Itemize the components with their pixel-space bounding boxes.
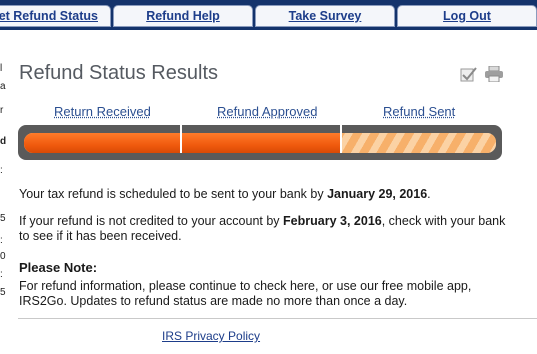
sidebar-fragment-text: 5 xyxy=(0,213,6,224)
credit-deadline-date: February 3, 2016 xyxy=(283,214,382,228)
top-navigation: et Refund Status Refund Help Take Survey… xyxy=(0,0,537,30)
progress-fill xyxy=(24,133,341,153)
sidebar-fragment-text: 5 xyxy=(0,287,6,298)
tab-refund-help[interactable]: Refund Help xyxy=(113,5,253,27)
progress-track xyxy=(24,133,496,153)
sidebar-fragment-text: : xyxy=(0,235,3,246)
page-title: Refund Status Results xyxy=(19,62,218,84)
privacy-policy-link[interactable]: IRS Privacy Policy xyxy=(162,329,260,343)
sidebar-fragment-text: : xyxy=(0,165,3,176)
tab-get-refund-status[interactable]: et Refund Status xyxy=(0,5,111,27)
sidebar-fragment-text: : xyxy=(0,269,3,280)
step-refund-approved: Refund Approved xyxy=(217,104,318,119)
progress-segment-divider xyxy=(340,119,342,153)
refund-schedule-message: Your tax refund is scheduled to be sent … xyxy=(19,187,431,201)
sidebar-fragment-text: d xyxy=(0,136,7,147)
sidebar-fragment-text: a xyxy=(0,81,6,92)
refund-credit-message: If your refund is not credited to your a… xyxy=(19,214,506,243)
refund-progress-bar xyxy=(18,119,502,160)
step-refund-sent: Refund Sent xyxy=(383,104,456,119)
footer-divider xyxy=(18,318,537,319)
printer-icon[interactable] xyxy=(484,65,504,87)
sidebar-fragment-text: 0 xyxy=(0,251,6,262)
left-sidebar-fragment: l a r d : 5 : 0 : 5 xyxy=(0,30,9,354)
sidebar-fragment-text: l xyxy=(0,63,3,74)
step-return-received: Return Received xyxy=(54,104,151,119)
tab-log-out[interactable]: Log Out xyxy=(397,5,537,27)
note-heading: Please Note: xyxy=(19,260,98,275)
note-text: For refund information, please continue … xyxy=(19,279,472,308)
progress-segment-divider xyxy=(180,119,182,153)
checkbox-check-icon[interactable] xyxy=(460,66,478,87)
scheduled-date: January 29, 2016 xyxy=(327,187,428,201)
sidebar-fragment-text: r xyxy=(0,105,4,116)
tab-take-survey[interactable]: Take Survey xyxy=(255,5,395,27)
